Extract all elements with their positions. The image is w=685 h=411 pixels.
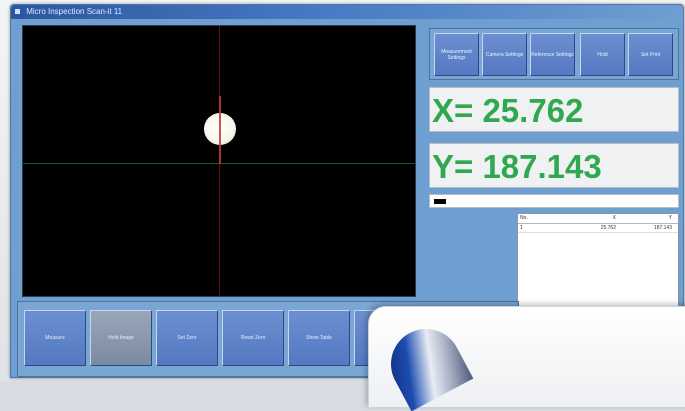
table-row[interactable]: 1 25.762 187.143 — [518, 224, 678, 233]
table-cell: 187.143 — [653, 225, 672, 231]
y-readout: Y= 187.143 — [429, 143, 679, 188]
measure-button[interactable]: Measure — [24, 310, 86, 366]
column-header: No. — [520, 215, 528, 221]
sensor-head-image — [378, 316, 474, 411]
camera-view[interactable] — [22, 25, 416, 297]
spot-marker-line — [219, 96, 221, 164]
set-zero-button[interactable]: Set Zero — [156, 310, 218, 366]
reset-zero-button[interactable]: Reset Zero — [222, 310, 284, 366]
measurement-settings-button[interactable]: Measurement Settings — [434, 33, 479, 76]
app-icon — [15, 9, 20, 15]
camera-settings-button[interactable]: Camera Settings — [482, 33, 527, 76]
hold-button[interactable]: Hold — [580, 33, 625, 76]
status-indicator — [434, 199, 446, 204]
table-cell: 1 — [520, 225, 523, 231]
show-table-button[interactable]: Show Table — [288, 310, 350, 366]
status-bar — [429, 194, 679, 208]
hold-image-button[interactable]: Hold Image — [90, 310, 152, 366]
window-title: Micro Inspection Scan-it 11 — [26, 7, 123, 16]
title-bar: Micro Inspection Scan-it 11 — [11, 5, 683, 19]
reference-settings-button[interactable]: Reference Settings — [530, 33, 575, 76]
column-header: X — [612, 215, 616, 221]
table-cell: 25.762 — [600, 225, 616, 231]
results-table[interactable]: No. X Y 1 25.762 187.143 — [517, 213, 679, 311]
set-print-button[interactable]: Set Print — [628, 33, 673, 76]
table-header: No. X Y — [518, 214, 678, 224]
x-readout: X= 25.762 — [429, 87, 679, 132]
product-photo — [368, 306, 685, 411]
top-toolbar: Measurement Settings Camera Settings Ref… — [429, 28, 679, 80]
column-header: Y — [668, 215, 672, 221]
